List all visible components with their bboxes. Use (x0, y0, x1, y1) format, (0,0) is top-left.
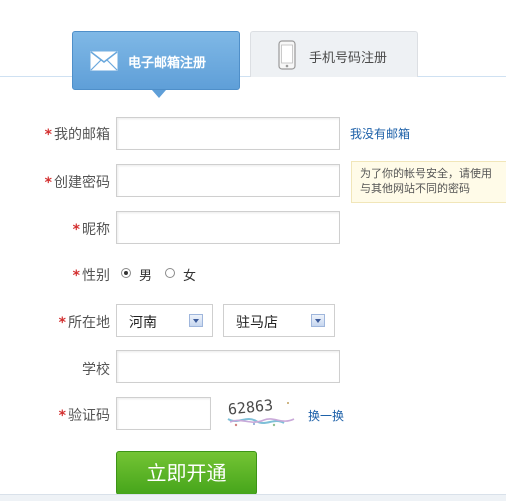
nickname-label: * 昵称 (72, 222, 110, 238)
required-star: * (58, 408, 66, 424)
refresh-captcha-link[interactable]: 换一换 (308, 407, 344, 424)
school-label: 学校 (82, 362, 110, 378)
required-star: * (44, 127, 52, 143)
tab-email-register[interactable]: 电子邮箱注册 (72, 31, 240, 98)
tab-pointer (152, 90, 166, 98)
password-tip: 为了你的帐号安全，请使用与其他网站不同的密码 (351, 161, 506, 203)
tab-phone-label: 手机号码注册 (309, 51, 388, 66)
mobile-phone-icon (278, 40, 296, 70)
required-star: * (44, 175, 52, 191)
tab-phone-register[interactable]: 手机号码注册 (250, 31, 418, 77)
email-label: * 我的邮箱 (44, 127, 110, 143)
gender-female-radio[interactable] (165, 268, 175, 278)
chevron-down-icon[interactable] (311, 314, 325, 327)
submit-button[interactable]: 立即开通 (116, 451, 257, 495)
gender-male-label[interactable]: 男 (139, 265, 152, 284)
city-value: 驻马店 (236, 315, 278, 331)
captcha-image: 62863 (224, 395, 298, 429)
required-star: * (58, 315, 66, 331)
captcha-input[interactable] (116, 397, 211, 430)
city-select[interactable]: 驻马店 (223, 304, 335, 337)
location-label: * 所在地 (58, 315, 110, 331)
gender-male-radio[interactable] (121, 268, 131, 278)
captcha-label: * 验证码 (58, 408, 110, 424)
required-star: * (72, 222, 80, 238)
province-value: 河南 (129, 315, 157, 331)
required-star: * (72, 268, 80, 284)
gender-female-label[interactable]: 女 (183, 265, 196, 284)
chevron-down-icon[interactable] (189, 314, 203, 327)
no-email-link[interactable]: 我没有邮箱 (350, 125, 410, 142)
tab-email-label: 电子邮箱注册 (128, 56, 207, 71)
mail-icon (90, 51, 118, 71)
gender-label: * 性别 (72, 268, 110, 284)
school-input[interactable] (116, 350, 340, 383)
email-input[interactable] (116, 117, 340, 150)
password-input[interactable] (116, 164, 340, 197)
province-select[interactable]: 河南 (116, 304, 213, 337)
password-label: * 创建密码 (44, 175, 110, 191)
nickname-input[interactable] (116, 211, 340, 244)
